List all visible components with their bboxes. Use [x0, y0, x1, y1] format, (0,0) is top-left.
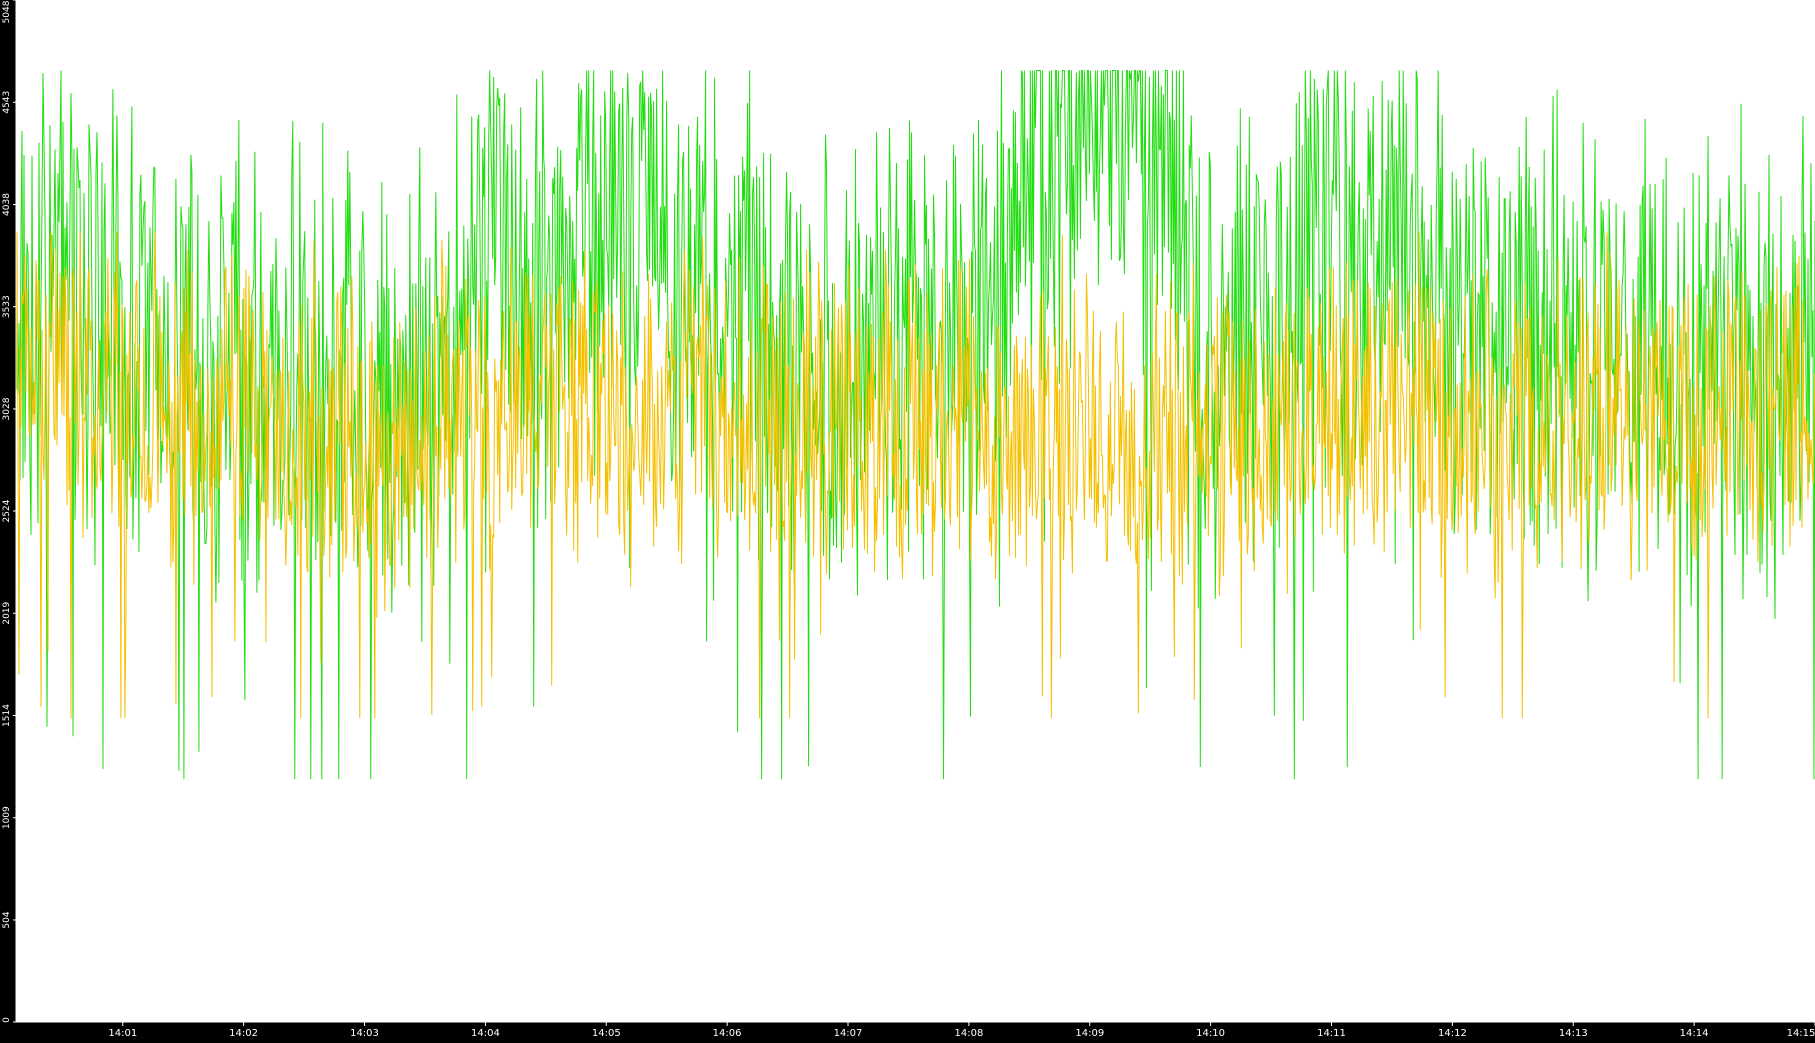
- y-tick-label: 3533: [2, 295, 12, 318]
- x-tick-label: 14:11: [1317, 1028, 1346, 1039]
- y-tick-label: 1514: [2, 704, 12, 727]
- y-tick-label: 3028: [2, 397, 12, 420]
- x-tick-label: 14:09: [1075, 1028, 1104, 1039]
- x-tick-label: 14:10: [1196, 1028, 1225, 1039]
- x-tick-label: 14:04: [471, 1028, 500, 1039]
- y-tick-label: 504: [2, 911, 12, 928]
- y-tick-label: 1009: [2, 806, 12, 829]
- signal-chart: 0 504 1009 1514 2019 2524 3028 3533 4038 4543 5048…: [2, 0, 1815, 1039]
- x-tick-label: 14:03: [350, 1028, 379, 1039]
- x-tick-label: 14:14: [1680, 1028, 1709, 1039]
- x-tick-label: 14:07: [834, 1028, 863, 1039]
- y-tick-label: 0: [2, 1017, 12, 1023]
- x-tick-label: 14:01: [108, 1028, 137, 1039]
- x-tick-label: 14:02: [229, 1028, 258, 1039]
- chart-area: 0 504 1009 1514 2019 2524 3028 3533 4038 4543 5048…: [0, 0, 1815, 1039]
- y-tick-label: 4038: [2, 193, 12, 216]
- y-tick-label: 5048: [2, 0, 12, 23]
- plot-background: [16, 0, 1815, 1022]
- x-tick-label: 14:15: [1787, 1028, 1815, 1039]
- y-tick-label: 2019: [2, 601, 12, 624]
- x-tick-label: 14:08: [954, 1028, 983, 1039]
- x-tick-label: 14:13: [1559, 1028, 1588, 1039]
- y-tick-label: 2524: [2, 499, 12, 522]
- x-tick-label: 14:12: [1438, 1028, 1467, 1039]
- y-tick-label: 4543: [2, 91, 12, 114]
- x-tick-label: 14:06: [713, 1028, 742, 1039]
- x-tick-label: 14:05: [592, 1028, 621, 1039]
